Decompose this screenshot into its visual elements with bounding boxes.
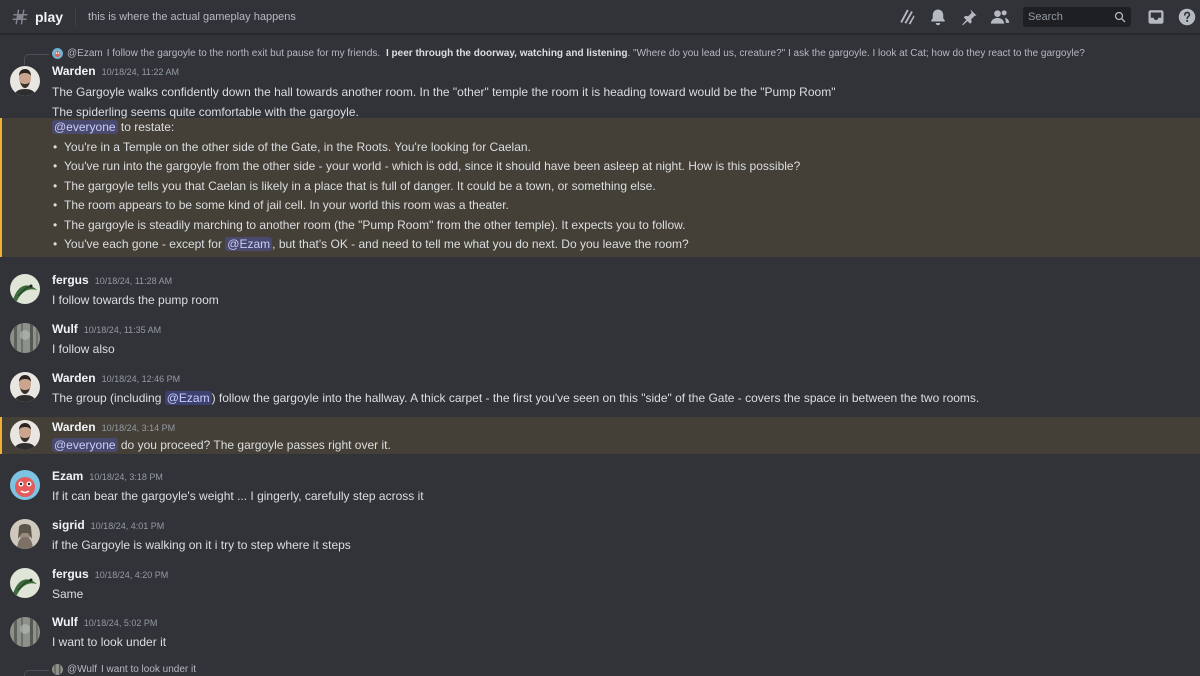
reply-user[interactable]: @Ezam [67,48,103,59]
message-text-part: ) follow the gargoyle into the hallway. … [211,391,980,405]
timestamp[interactable]: 10/18/24, 11:22 AM [102,67,179,77]
message-highlighted: Warden 10/18/24, 3:14 PM @everyone do yo… [0,417,1200,454]
avatar[interactable] [10,470,40,500]
search-icon[interactable] [1114,11,1126,23]
author-name[interactable]: fergus [52,567,89,581]
reply-preview[interactable]: @Wulf I want to look under it [0,662,1200,676]
avatar[interactable] [10,617,40,647]
timestamp[interactable]: 10/18/24, 12:46 PM [102,374,181,384]
author-name[interactable]: fergus [52,273,89,287]
message-text-part: The group (including [52,391,165,405]
search-box[interactable] [1023,6,1131,27]
reply-text-part: I follow the gargoyle to the north exit … [106,48,381,59]
message: Wulf 10/18/24, 5:02 PM I want to look un… [0,615,1200,653]
header-toolbar [887,0,1200,34]
reply-avatar [52,664,63,675]
author-name[interactable]: Wulf [52,322,78,336]
header-divider [75,7,77,26]
message-text: if the Gargoyle is walking on it i try t… [52,538,351,552]
timestamp[interactable]: 10/18/24, 4:01 PM [91,521,165,531]
list-item-text: , but that's OK - and need to tell me wh… [272,237,689,251]
message: sigrid 10/18/24, 4:01 PM if the Gargoyle… [0,518,1200,556]
threads-icon[interactable] [896,6,918,28]
author-name[interactable]: Warden [52,371,96,385]
inbox-icon[interactable] [1145,6,1167,28]
channel-topic[interactable]: this is where the actual gameplay happen… [88,11,296,23]
timestamp[interactable]: 10/18/24, 3:18 PM [89,472,163,482]
reply-text-part: . "Where do you lead us, creature?" I as… [627,48,1085,59]
message: fergus 10/18/24, 4:20 PM Same [0,567,1200,605]
mention-everyone[interactable]: @everyone [52,120,118,134]
list-item: The gargoyle tells you that Caelan is li… [53,177,1200,197]
author-name[interactable]: Wulf [52,615,78,629]
bullet-list: You're in a Temple on the other side of … [52,138,1200,255]
list-item: You're in a Temple on the other side of … [53,138,1200,158]
list-item: You've run into the gargoyle from the ot… [53,157,1200,177]
list-item-text: You've each gone - except for [64,237,226,251]
reply-text: I want to look under it [100,664,197,675]
author-name[interactable]: sigrid [52,518,85,532]
message: Warden 10/18/24, 12:46 PM The group (inc… [0,371,1200,409]
reply-text: I follow the gargoyle to the north exit … [107,48,1085,59]
reply-avatar [52,48,63,59]
members-icon[interactable] [989,6,1011,28]
mention-user[interactable]: @Ezam [164,391,212,405]
message-text: I want to look under it [52,635,167,649]
list-item: The room appears to be some kind of jail… [53,196,1200,216]
channel-header: play this is where the actual gameplay h… [0,0,1200,34]
help-icon[interactable] [1176,6,1198,28]
message-text: I follow towards the pump room [52,293,219,307]
avatar[interactable] [10,323,40,353]
message-text: @everyone to restate: [52,118,1200,138]
message-text: If it can bear the gargoyle's weight ...… [52,489,424,503]
author-name[interactable]: Warden [52,64,96,78]
message-text: The Gargoyle walks confidently down the … [52,85,836,99]
list-item: The gargoyle is steadily marching to ano… [53,216,1200,236]
avatar[interactable] [10,66,40,96]
message: fergus 10/18/24, 11:28 AM I follow towar… [0,273,1200,311]
message-text: The group (including @Ezam) follow the g… [52,389,1200,409]
message: Wulf 10/18/24, 11:35 AM I follow also [0,322,1200,360]
reply-preview[interactable]: @Ezam I follow the gargoyle to the north… [0,46,1200,65]
timestamp[interactable]: 10/18/24, 4:20 PM [95,570,169,580]
avatar[interactable] [10,372,40,402]
avatar[interactable] [10,519,40,549]
message-text-part: do you proceed? The gargoyle passes righ… [117,438,391,452]
message-text-part: to restate: [117,120,175,134]
reply-text-bold: I peer through the doorway, watching and… [385,48,628,59]
reply-user[interactable]: @Wulf [67,664,97,675]
text-channel-icon [9,8,31,26]
message-text: @everyone do you proceed? The gargoyle p… [52,436,1200,456]
author-name[interactable]: Warden [52,420,96,434]
message-text: I follow also [52,342,115,356]
list-item: You've each gone - except for @Ezam, but… [53,235,1200,255]
message: Ezam 10/18/24, 3:18 PM If it can bear th… [0,469,1200,507]
timestamp[interactable]: 10/18/24, 3:14 PM [102,423,176,433]
reply-spine [24,670,49,676]
timestamp[interactable]: 10/18/24, 11:28 AM [95,276,172,286]
mention-everyone[interactable]: @everyone [52,438,118,452]
message-text: Same [52,587,84,601]
timestamp[interactable]: 10/18/24, 11:35 AM [84,325,161,335]
message-highlighted: @everyone to restate: You're in a Temple… [0,118,1200,257]
message: Warden 10/18/24, 11:22 AM The Gargoyle w… [0,64,1200,122]
avatar[interactable] [10,420,40,450]
avatar[interactable] [10,274,40,304]
pin-icon[interactable] [958,6,980,28]
mention-user[interactable]: @Ezam [225,237,273,251]
avatar[interactable] [10,568,40,598]
search-input[interactable] [1028,10,1112,23]
bell-icon[interactable] [927,6,949,28]
channel-name: play [35,8,64,25]
message-list[interactable]: @Ezam I follow the gargoyle to the north… [0,35,1200,676]
author-name[interactable]: Ezam [52,469,83,483]
timestamp[interactable]: 10/18/24, 5:02 PM [84,618,158,628]
